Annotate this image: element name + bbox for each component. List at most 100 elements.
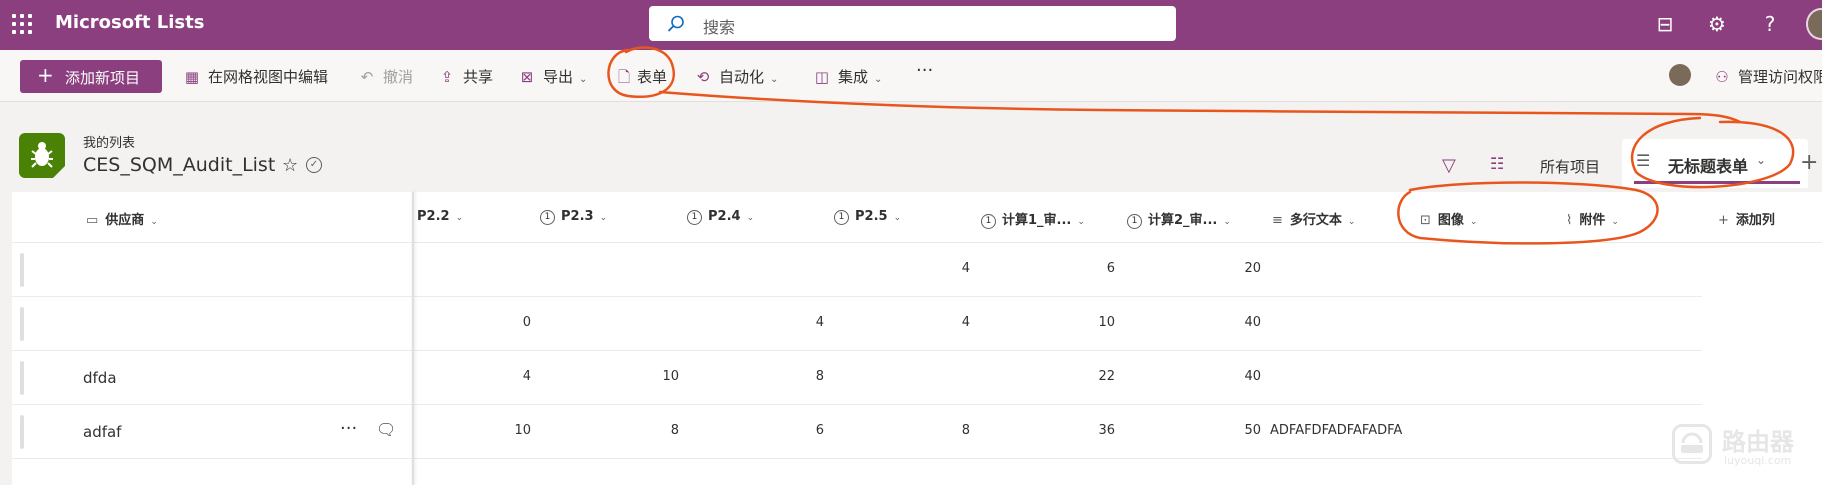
cell-p24[interactable]: 4 (764, 315, 824, 330)
number-column-icon: 1 (1127, 214, 1142, 229)
cell-calc2[interactable]: 20 (1201, 261, 1261, 276)
edit-grid-view-button[interactable]: ▦ 在网格视图中编辑 (182, 66, 328, 87)
my-day-icon[interactable]: ⊟ (1652, 12, 1678, 38)
breadcrumb-my-lists[interactable]: 我的列表 (83, 132, 135, 151)
row-selector[interactable] (20, 361, 24, 395)
cell-p25[interactable]: 4 (910, 315, 970, 330)
undo-icon: ↶ (360, 68, 374, 86)
cell-calc1[interactable]: 6 (1055, 261, 1115, 276)
excel-icon: ⊠ (520, 68, 534, 86)
column-header-multiline[interactable]: ≡ 多行文本 ⌄ (1272, 209, 1355, 228)
chevron-down-icon: ⌄ (874, 74, 883, 85)
search-box[interactable]: 搜索 (649, 6, 1176, 41)
search-icon (667, 15, 684, 32)
add-comment-icon[interactable]: 🗨 (376, 420, 396, 439)
chevron-down-icon: ⌄ (150, 217, 158, 227)
row-selector[interactable] (20, 307, 24, 341)
chevron-down-icon: ⌄ (1756, 153, 1767, 167)
add-new-item-button[interactable]: + 添加新项目 (20, 60, 162, 93)
undo-button[interactable]: ↶ 撤消 (357, 66, 413, 87)
cell-multiline[interactable]: ADFAFDFADFAFADFA (1270, 423, 1410, 438)
cell-calc1[interactable]: 36 (1055, 423, 1115, 438)
table-row[interactable]: adfaf ··· 🗨 10 8 6 8 36 50 ADFAFDFADFAFA… (12, 405, 1702, 459)
integrate-button[interactable]: ◫ 集成 ⌄ (812, 66, 883, 87)
number-column-icon: 1 (981, 214, 996, 229)
cell-calc2[interactable]: 40 (1201, 369, 1261, 384)
search-input[interactable]: 搜索 (703, 14, 735, 38)
check-circle-icon[interactable]: ✓ (306, 157, 322, 173)
column-header-supplier[interactable]: ▭ 供应商 ⌄ (86, 209, 158, 228)
grid-icon: ▦ (184, 68, 200, 86)
chevron-down-icon: ⌄ (1347, 217, 1356, 227)
multiline-text-icon: ≡ (1272, 213, 1283, 228)
column-header-p23[interactable]: 1 P2.3 ⌄ (540, 209, 607, 225)
cell-calc2[interactable]: 50 (1201, 423, 1261, 438)
favorite-star-icon[interactable]: ☆ (282, 155, 298, 176)
cell-calc1[interactable]: 10 (1055, 315, 1115, 330)
cell-p22[interactable]: 4 (471, 369, 531, 384)
row-selector[interactable] (20, 253, 24, 287)
number-column-icon: 1 (834, 210, 849, 225)
column-header-p22[interactable]: P2.2 ⌄ (417, 209, 463, 224)
add-view-button[interactable]: + (1800, 150, 1818, 175)
automate-button[interactable]: ⟲ 自动化 ⌄ (693, 66, 779, 87)
column-header-attachment[interactable]: ⌇ 附件 ⌄ (1566, 209, 1619, 228)
cell-p25[interactable]: 4 (910, 261, 970, 276)
plus-icon: + (1718, 213, 1729, 228)
app-name[interactable]: Microsoft Lists (55, 12, 204, 33)
chevron-down-icon: ⌄ (1223, 217, 1231, 227)
cell-p22[interactable]: 0 (471, 315, 531, 330)
add-column-button[interactable]: + 添加列 (1718, 209, 1775, 228)
cell-p23[interactable]: 8 (619, 423, 679, 438)
chevron-down-icon: ⌄ (455, 213, 464, 223)
cell-calc2[interactable]: 40 (1201, 315, 1261, 330)
column-header-p25[interactable]: 1 P2.5 ⌄ (834, 209, 901, 225)
column-header-image[interactable]: ⊡ 图像 ⌄ (1420, 209, 1477, 228)
more-commands-button[interactable]: ··· (916, 60, 933, 81)
top-bar: Microsoft Lists 搜索 ⊟ ⚙ ? (0, 0, 1822, 50)
table-row[interactable]: dfda 4 10 8 22 40 (12, 351, 1702, 405)
view-format-icon[interactable]: ☷ (1490, 154, 1504, 173)
chevron-down-icon: ⌄ (1077, 217, 1085, 227)
chevron-down-icon: ⌄ (599, 213, 608, 223)
image-icon: ⊡ (1420, 213, 1431, 228)
cell-supplier[interactable]: adfaf (83, 423, 121, 441)
table-row[interactable]: 0 4 4 10 40 (12, 297, 1702, 351)
table-row[interactable]: 4 6 20 (12, 243, 1702, 297)
column-header-calc2[interactable]: 1 计算2_审... ⌄ (1127, 209, 1231, 229)
row-selector[interactable] (20, 415, 24, 449)
chevron-down-icon: ⌄ (746, 213, 755, 223)
column-header-p24[interactable]: 1 P2.4 ⌄ (687, 209, 754, 225)
chevron-down-icon: ⌄ (1469, 217, 1478, 227)
form-document-icon: 🗋 (617, 68, 631, 86)
form-lines-icon: ☰ (1636, 151, 1651, 170)
more-options-icon[interactable]: ··· (340, 418, 357, 439)
flow-icon: ⟲ (696, 68, 710, 86)
app-launcher-icon[interactable] (12, 14, 32, 34)
cell-p24[interactable]: 8 (764, 369, 824, 384)
forms-button[interactable]: 🗋 表单 (617, 66, 667, 92)
view-tab-untitled-form[interactable]: ☰ 无标题表单 ⌄ (1622, 139, 1808, 188)
list-grid: ▭ 供应商 ⌄ P2.2 ⌄ 1 P2.3 ⌄ 1 P2.4 ⌄ 1 P2.5 ⌄ 1 计算1_审.… (12, 192, 1822, 485)
paperclip-icon: ⌇ (1566, 213, 1573, 228)
export-button[interactable]: ⊠ 导出 ⌄ (517, 66, 588, 87)
cell-supplier[interactable]: dfda (83, 369, 117, 387)
cell-calc1[interactable]: 22 (1055, 369, 1115, 384)
cell-p23[interactable]: 10 (619, 369, 679, 384)
column-header-calc1[interactable]: 1 计算1_审... ⌄ (981, 209, 1085, 229)
plus-icon: + (37, 63, 54, 87)
manage-access-button[interactable]: ⚇ 管理访问权限 (1712, 66, 1822, 87)
cell-p24[interactable]: 6 (764, 423, 824, 438)
settings-gear-icon[interactable]: ⚙ (1704, 12, 1730, 38)
watermark-url: luyouqi.com (1724, 454, 1792, 467)
user-avatar[interactable] (1806, 8, 1822, 40)
chevron-down-icon: ⌄ (1611, 217, 1619, 227)
share-button[interactable]: ⇪ 共享 (437, 66, 493, 87)
cell-p22[interactable]: 10 (471, 423, 531, 438)
help-icon[interactable]: ? (1757, 12, 1783, 38)
filter-icon[interactable]: ▽ (1442, 155, 1456, 176)
view-all-items[interactable]: 所有项目 (1540, 156, 1600, 177)
cell-p25[interactable]: 8 (910, 423, 970, 438)
list-title: CES_SQM_Audit_List (83, 154, 276, 176)
active-tab-indicator (1634, 181, 1800, 184)
